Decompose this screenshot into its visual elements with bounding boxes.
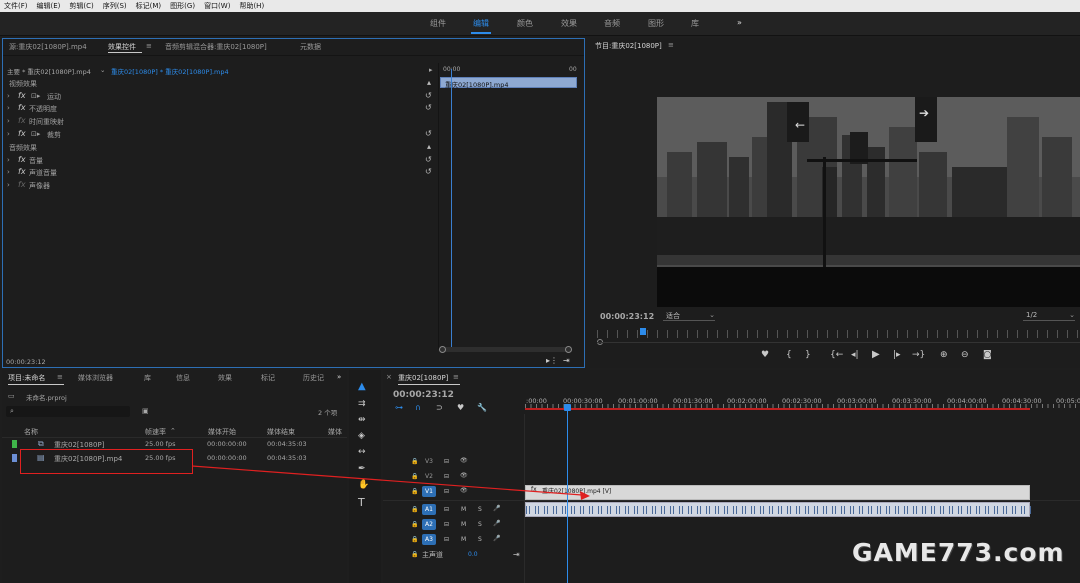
annotation-arrow	[191, 465, 590, 500]
watermark-logo: GAME773.com	[852, 538, 1065, 567]
